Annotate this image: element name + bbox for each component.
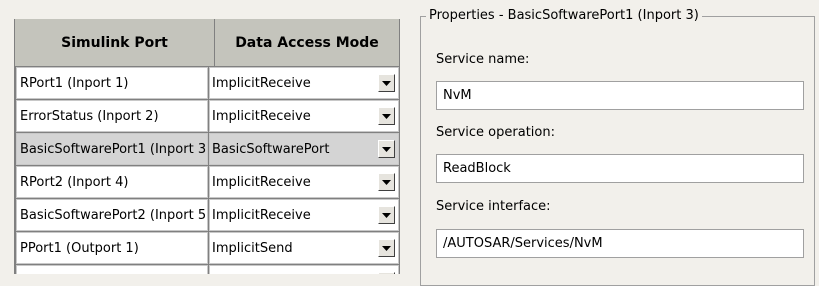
data-access-mode-dropdown[interactable]: ImplicitSend [209, 232, 399, 264]
service-name-label: Service name: [436, 52, 530, 67]
table-row[interactable]: RPort1 (Inport 1) ImplicitReceive [14, 67, 400, 99]
dropdown-arrow-icon[interactable] [378, 74, 395, 92]
data-access-mode-dropdown[interactable]: ImplicitReceive [209, 67, 399, 99]
data-access-mode-value: ImplicitReceive [212, 108, 311, 124]
table-row[interactable]: BasicSoftwarePort2 (Inport 5) ImplicitRe… [14, 199, 400, 231]
service-interface-field[interactable]: /AUTOSAR/Services/NvM [436, 229, 804, 258]
data-access-mode-dropdown[interactable]: BasicSoftwarePort [209, 265, 399, 274]
table-row[interactable]: BasicSoftwarePort3 (Outport 2) BasicSoft… [14, 265, 400, 274]
port-name-cell[interactable]: ErrorStatus (Inport 2) [16, 100, 208, 132]
dropdown-arrow-icon[interactable] [378, 140, 395, 158]
column-header-data-access-mode[interactable]: Data Access Mode [215, 19, 399, 66]
dropdown-arrow-icon[interactable] [378, 206, 395, 224]
data-access-mode-value: BasicSoftwarePort [212, 141, 330, 157]
service-operation-field[interactable]: ReadBlock [436, 154, 804, 183]
port-name-cell[interactable]: BasicSoftwarePort1 (Inport 3) [16, 133, 208, 165]
properties-title: Properties - BasicSoftwarePort1 (Inport … [426, 8, 702, 23]
port-mapping-table: Simulink Port Data Access Mode RPort1 (I… [14, 19, 400, 274]
data-access-mode-dropdown[interactable]: ImplicitReceive [209, 199, 399, 231]
data-access-mode-value: ImplicitReceive [212, 75, 311, 91]
port-name-cell[interactable]: RPort1 (Inport 1) [16, 67, 208, 99]
service-name-field[interactable]: NvM [436, 81, 804, 110]
dropdown-arrow-icon[interactable] [378, 239, 395, 257]
column-header-simulink-port[interactable]: Simulink Port [15, 19, 214, 66]
data-access-mode-value: ImplicitSend [212, 240, 293, 256]
table-row[interactable]: ErrorStatus (Inport 2) ImplicitReceive [14, 100, 400, 132]
service-operation-label: Service operation: [436, 125, 555, 140]
port-name-cell[interactable]: BasicSoftwarePort2 (Inport 5) [16, 199, 208, 231]
table-row[interactable]: RPort2 (Inport 4) ImplicitReceive [14, 166, 400, 198]
table-row[interactable]: PPort1 (Outport 1) ImplicitSend [14, 232, 400, 264]
data-access-mode-value: ImplicitReceive [212, 207, 311, 223]
service-interface-label: Service interface: [436, 199, 551, 214]
table-row-selected[interactable]: BasicSoftwarePort1 (Inport 3) BasicSoftw… [14, 133, 400, 165]
port-name-cell[interactable]: BasicSoftwarePort3 (Outport 2) [16, 265, 208, 274]
port-name-cell[interactable]: PPort1 (Outport 1) [16, 232, 208, 264]
data-access-mode-dropdown[interactable]: ImplicitReceive [209, 100, 399, 132]
dropdown-arrow-icon[interactable] [378, 107, 395, 125]
dropdown-arrow-icon[interactable] [378, 173, 395, 191]
data-access-mode-value: ImplicitReceive [212, 174, 311, 190]
data-access-mode-dropdown[interactable]: ImplicitReceive [209, 166, 399, 198]
data-access-mode-value: BasicSoftwarePort [212, 266, 330, 275]
port-name-cell[interactable]: RPort2 (Inport 4) [16, 166, 208, 198]
data-access-mode-dropdown[interactable]: BasicSoftwarePort [209, 133, 399, 165]
